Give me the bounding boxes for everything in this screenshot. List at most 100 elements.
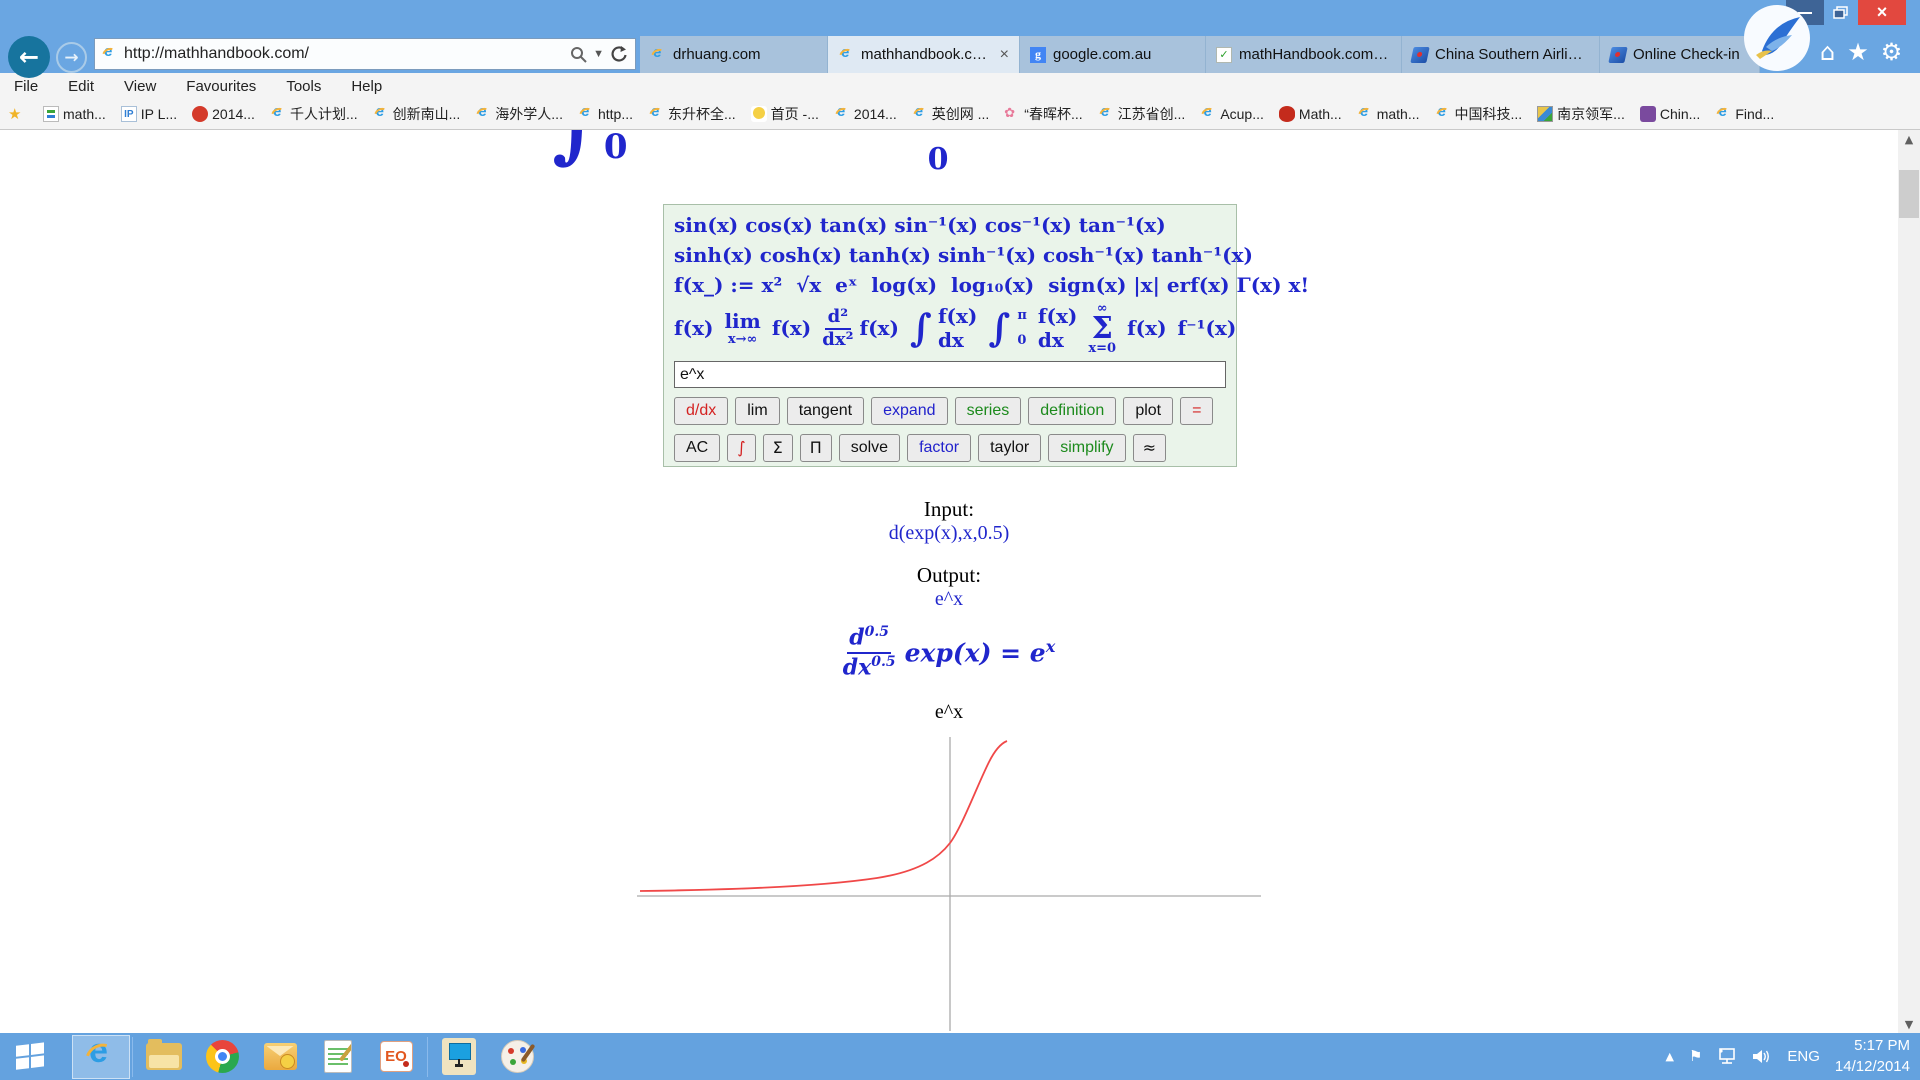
ac-button[interactable]: AC — [674, 434, 720, 462]
clock[interactable]: 5:17 PM 14/12/2014 — [1835, 1036, 1910, 1077]
menu-help[interactable]: Help — [351, 78, 382, 95]
equals-button[interactable]: = — [1180, 397, 1213, 425]
tab-mathhandbook-active[interactable]: mathhandbook.com × — [828, 36, 1020, 73]
favorites-item[interactable]: 2014... — [192, 106, 255, 122]
favorites-item[interactable]: http... — [578, 106, 633, 122]
taskbar-simulator[interactable] — [430, 1035, 488, 1079]
refresh-icon[interactable] — [610, 45, 629, 63]
scrolled-sum-fragment: Σ 0 — [914, 130, 962, 177]
product-button[interactable]: Π — [800, 434, 832, 462]
network-icon[interactable] — [1717, 1048, 1737, 1065]
tab-google[interactable]: g google.com.au — [1020, 36, 1206, 73]
taskbar-internet-explorer[interactable] — [72, 1035, 130, 1079]
favorites-item[interactable]: ✿ “春晖杯... — [1004, 104, 1082, 124]
search-icon[interactable] — [570, 46, 587, 63]
expand-button[interactable]: expand — [871, 397, 948, 425]
hyperbolic-functions-row[interactable]: sinh(x) cosh(x) tanh(x) sinh⁻¹(x) cosh⁻¹… — [674, 240, 1226, 270]
tab-online-checkin[interactable]: Online Check-in — [1600, 36, 1760, 73]
favorites-item[interactable]: 东升杯全... — [648, 104, 736, 124]
limit-operator[interactable]: lim x→∞ — [724, 311, 760, 346]
tangent-button[interactable]: tangent — [787, 397, 864, 425]
plot-button[interactable]: plot — [1123, 397, 1173, 425]
trig-functions-row[interactable]: sin(x) cos(x) tan(x) sin⁻¹(x) cos⁻¹(x) t… — [674, 210, 1226, 240]
action-center-flag-icon[interactable]: ⚑ — [1689, 1049, 1702, 1064]
volume-icon[interactable] — [1752, 1048, 1772, 1065]
search-dropdown-icon[interactable]: ▼ — [593, 48, 604, 60]
favorites-item[interactable]: 2014... — [834, 106, 897, 122]
language-indicator[interactable]: ENG — [1787, 1048, 1820, 1065]
series-button[interactable]: series — [955, 397, 1022, 425]
ddx-button[interactable]: d/dx — [674, 397, 728, 425]
photo-favicon — [1537, 106, 1553, 122]
favorites-item[interactable]: math... — [1357, 106, 1420, 122]
favorites-item[interactable]: ★ — [8, 106, 28, 122]
address-bar-icons: ▼ — [570, 45, 629, 63]
approx-button[interactable]: ≈ — [1133, 434, 1166, 462]
taylor-button[interactable]: taylor — [978, 434, 1041, 462]
home-icon[interactable]: ⌂ — [1820, 40, 1835, 64]
scrollbar-thumb[interactable] — [1899, 170, 1919, 218]
tray-expand-icon[interactable]: ▲ — [1665, 1051, 1673, 1062]
favorites-item[interactable]: 海外学人... — [475, 104, 563, 124]
taskbar-file-explorer[interactable] — [135, 1035, 193, 1079]
input-expression[interactable]: d(exp(x),x,0.5) — [0, 522, 1898, 545]
tab-china-southern[interactable]: China Southern Airline... — [1402, 36, 1600, 73]
favorites-item[interactable]: 创新南山... — [373, 104, 461, 124]
favorites-item[interactable]: IP IP L... — [121, 106, 177, 122]
solve-button[interactable]: solve — [839, 434, 900, 462]
taskbar-chrome[interactable] — [193, 1035, 251, 1079]
start-button[interactable] — [14, 1042, 46, 1070]
menu-file[interactable]: File — [14, 78, 38, 95]
favorites-item[interactable]: 千人计划... — [270, 104, 358, 124]
function-plot — [637, 734, 1261, 1033]
menu-tools[interactable]: Tools — [286, 78, 321, 95]
forward-button[interactable]: → — [56, 42, 87, 73]
integrate-button[interactable]: ∫ — [727, 434, 755, 462]
favorites-item[interactable]: 中国科技... — [1435, 104, 1523, 124]
scroll-down-icon[interactable]: ▼ — [1898, 1015, 1920, 1033]
favorites-item[interactable]: Math... — [1279, 106, 1342, 122]
definition-button[interactable]: definition — [1028, 397, 1116, 425]
favorites-item[interactable]: 南京领军... — [1537, 104, 1625, 124]
favorites-item[interactable]: Acup... — [1200, 106, 1264, 122]
tab-close-icon[interactable]: × — [1000, 46, 1009, 64]
favorites-item[interactable]: Chin... — [1640, 106, 1700, 122]
back-button[interactable]: ← — [8, 36, 50, 78]
restore-button[interactable] — [1824, 0, 1858, 25]
vertical-scrollbar[interactable]: ▲ ▼ — [1898, 130, 1920, 1033]
menu-view[interactable]: View — [124, 78, 156, 95]
favorites-item[interactable]: Find... — [1715, 106, 1774, 122]
tab-drhuang[interactable]: drhuang.com — [640, 36, 828, 73]
inverse-function[interactable]: f⁻¹(x) — [1178, 316, 1237, 340]
address-bar[interactable]: http://mathhandbook.com/ ▼ — [94, 38, 636, 70]
menu-edit[interactable]: Edit — [68, 78, 94, 95]
integral-operator[interactable]: ∫ — [910, 309, 932, 347]
sum-button[interactable]: Σ — [763, 434, 793, 462]
taskbar-presentation[interactable] — [367, 1035, 425, 1079]
taskbar-paint[interactable] — [488, 1035, 546, 1079]
lim-button[interactable]: lim — [735, 397, 779, 425]
calculus-operations-row[interactable]: f(x) lim x→∞ f(x) d² dx² f(x) ∫ f(x) dx … — [674, 300, 1226, 356]
output-expression[interactable]: e^x — [0, 588, 1898, 611]
settings-gear-icon[interactable]: ⚙ — [1881, 40, 1903, 64]
definite-integral-operator[interactable]: ∫ — [988, 309, 1010, 347]
tab-mathhandbook-doc[interactable]: ✓ mathHandbook.com -... — [1206, 36, 1402, 73]
expression-input[interactable] — [674, 361, 1226, 388]
favorites-star-icon[interactable]: ★ — [1847, 40, 1869, 64]
second-derivative-operator[interactable]: d² dx² — [822, 307, 853, 350]
favorites-item[interactable]: math... — [43, 106, 106, 122]
summation-operator[interactable]: ∞ Σ x=0 — [1088, 302, 1116, 355]
elementary-functions-row[interactable]: f(x_) := x² √x eˣ log(x) log₁₀(x) sign(x… — [674, 270, 1226, 300]
menu-favourites[interactable]: Favourites — [186, 78, 256, 95]
favorites-item[interactable]: 英创网 ... — [912, 104, 990, 124]
taskbar-outlook[interactable] — [251, 1035, 309, 1079]
simplify-button[interactable]: simplify — [1048, 434, 1125, 462]
factor-button[interactable]: factor — [907, 434, 971, 462]
taskbar-notepad[interactable] — [309, 1035, 367, 1079]
taskbar: ▲ ⚑ ENG 5:17 PM 14/12/2014 — [0, 1033, 1920, 1080]
url-text[interactable]: http://mathhandbook.com/ — [124, 45, 563, 63]
scroll-up-icon[interactable]: ▲ — [1898, 130, 1920, 148]
favorites-item[interactable]: 首页 -... — [751, 104, 819, 124]
close-button[interactable]: × — [1858, 0, 1906, 25]
favorites-item[interactable]: 江苏省创... — [1098, 104, 1186, 124]
